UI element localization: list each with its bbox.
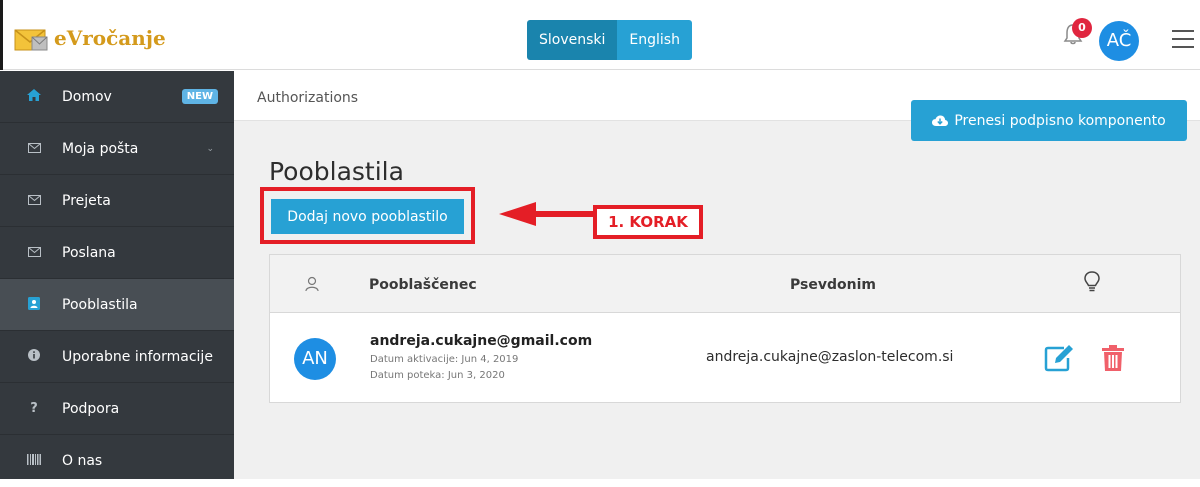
column-header-authorized: Pooblaščenec bbox=[369, 277, 477, 293]
new-badge: NEW bbox=[181, 89, 218, 104]
authorizations-table: Pooblaščenec Psevdonim AN andreja.cukajn… bbox=[269, 254, 1181, 403]
main-content: Authorizations Prenesi podpisno komponen… bbox=[234, 71, 1200, 479]
trash-icon[interactable] bbox=[1101, 344, 1125, 372]
step-annotation: 1. KORAK bbox=[593, 205, 703, 239]
column-header-pseudonym: Psevdonim bbox=[790, 277, 876, 293]
envelope-icon bbox=[24, 194, 44, 208]
question-icon: ? bbox=[30, 401, 38, 416]
download-button-label: Prenesi podpisno komponento bbox=[954, 112, 1166, 129]
top-header: eVročanje Slovenski English 0 AČ bbox=[0, 0, 1200, 70]
envelope-icon bbox=[24, 142, 44, 156]
download-signing-component-button[interactable]: Prenesi podpisno komponento bbox=[911, 100, 1187, 141]
info-icon bbox=[24, 349, 44, 364]
table-row: AN andreja.cukajne@gmail.com Datum aktiv… bbox=[270, 314, 1180, 402]
app-logo[interactable]: eVročanje bbox=[14, 24, 166, 52]
breadcrumb: Authorizations bbox=[257, 90, 359, 106]
menu-icon[interactable] bbox=[1172, 30, 1194, 50]
sidebar-item-label: Pooblastila bbox=[62, 296, 138, 313]
arrow-left-annotation-icon bbox=[499, 202, 593, 226]
pseudonym: andreja.cukajne@zaslon-telecom.si bbox=[706, 349, 954, 365]
envelope-icon bbox=[24, 246, 44, 260]
sidebar-item-label: Podpora bbox=[62, 400, 120, 417]
notification-badge: 0 bbox=[1072, 18, 1092, 38]
logo-text: eVročanje bbox=[54, 26, 166, 50]
person-icon bbox=[305, 276, 319, 292]
sidebar-item-pooblastila[interactable]: Pooblastila bbox=[0, 279, 234, 331]
sidebar-item-o-nas[interactable]: O nas bbox=[0, 435, 234, 487]
lightbulb-icon bbox=[1084, 271, 1100, 292]
sidebar-item-label: Domov bbox=[62, 88, 112, 105]
language-switcher: Slovenski English bbox=[527, 20, 692, 60]
barcode-icon bbox=[24, 454, 44, 468]
sidebar: Domov NEW Moja pošta ⌄ Prejeta Poslana P… bbox=[0, 71, 234, 479]
sidebar-item-poslana[interactable]: Poslana bbox=[0, 227, 234, 279]
home-icon bbox=[24, 89, 44, 104]
header-edge bbox=[0, 0, 3, 70]
cloud-download-icon bbox=[932, 115, 949, 126]
sidebar-item-label: Prejeta bbox=[62, 192, 111, 209]
sidebar-item-prejeta[interactable]: Prejeta bbox=[0, 175, 234, 227]
expiry-date: Datum poteka: Jun 3, 2020 bbox=[370, 370, 505, 381]
lang-slovenski-button[interactable]: Slovenski bbox=[527, 20, 618, 60]
sidebar-item-podpora[interactable]: ? Podpora bbox=[0, 383, 234, 435]
envelope-logo-icon bbox=[14, 29, 48, 51]
add-authorization-button[interactable]: Dodaj novo pooblastilo bbox=[271, 199, 464, 234]
activation-date: Datum aktivacije: Jun 4, 2019 bbox=[370, 354, 519, 365]
sidebar-item-domov[interactable]: Domov NEW bbox=[0, 71, 234, 123]
user-avatar[interactable]: AČ bbox=[1099, 21, 1139, 61]
avatar: AN bbox=[294, 338, 336, 380]
chevron-down-icon: ⌄ bbox=[206, 143, 214, 154]
sidebar-item-label: O nas bbox=[62, 453, 103, 469]
edit-icon[interactable] bbox=[1044, 344, 1074, 372]
sidebar-item-label: Uporabne informacije bbox=[62, 348, 213, 365]
authorized-email: andreja.cukajne@gmail.com bbox=[370, 333, 593, 349]
sidebar-item-label: Moja pošta bbox=[62, 140, 139, 157]
page-title: Pooblastila bbox=[269, 157, 404, 186]
lang-english-button[interactable]: English bbox=[617, 20, 692, 60]
contact-card-icon bbox=[24, 296, 44, 313]
sidebar-item-label: Poslana bbox=[62, 244, 116, 261]
table-header: Pooblaščenec Psevdonim bbox=[270, 255, 1180, 313]
sidebar-item-uporabne-informacije[interactable]: Uporabne informacije bbox=[0, 331, 234, 383]
sidebar-item-moja-posta[interactable]: Moja pošta ⌄ bbox=[0, 123, 234, 175]
